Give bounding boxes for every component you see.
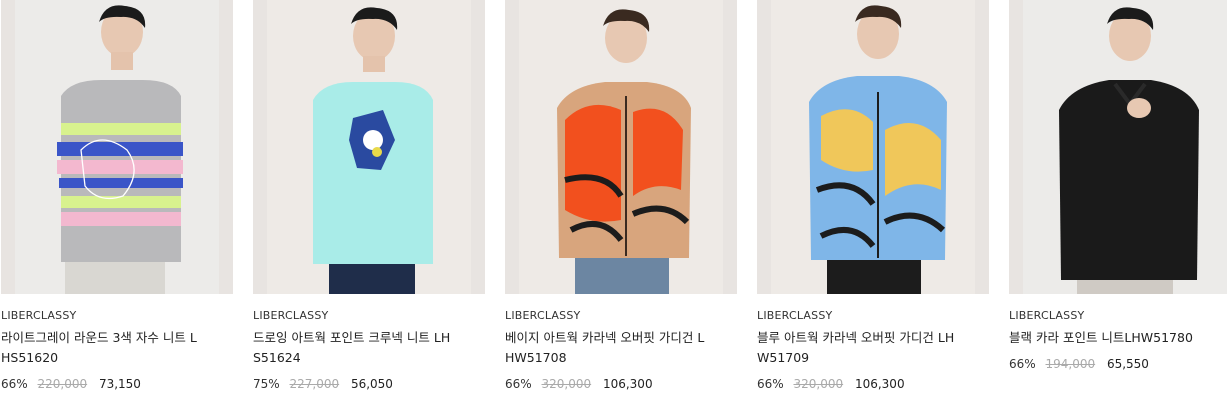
original-price: 220,000 — [37, 377, 88, 391]
product-card[interactable]: LIBERCLASSY 라이트그레이 라운드 3색 자수 니트 LHS51620… — [1, 0, 233, 394]
product-name[interactable]: 라이트그레이 라운드 3색 자수 니트 LHS51620 — [1, 328, 206, 368]
discount-rate: 66% — [1009, 357, 1036, 371]
product-brand[interactable]: LIBERCLASSY — [253, 308, 485, 324]
product-price: 66% 194,000 65,550 — [1009, 354, 1227, 374]
discount-rate: 75% — [253, 377, 280, 391]
product-photo-orange-cardigan — [519, 0, 723, 294]
discount-rate: 66% — [505, 377, 532, 391]
product-image[interactable] — [1009, 0, 1227, 294]
discount-rate: 66% — [1, 377, 28, 391]
product-price: 75% 227,000 56,050 — [253, 374, 485, 394]
sale-price: 106,300 — [602, 377, 653, 391]
original-price: 320,000 — [541, 377, 592, 391]
product-photo-grey-striped-knit — [15, 0, 219, 294]
product-card[interactable]: LIBERCLASSY 드로잉 아트웍 포인트 크루넥 니트 LHS51624 … — [253, 0, 485, 394]
product-photo-blue-cardigan — [771, 0, 975, 294]
sale-price: 106,300 — [854, 377, 905, 391]
product-brand[interactable]: LIBERCLASSY — [1009, 308, 1227, 324]
product-name[interactable]: 베이지 아트웍 카라넥 오버핏 가디건 LHW51708 — [505, 328, 710, 368]
product-price: 66% 220,000 73,150 — [1, 374, 233, 394]
sale-price: 56,050 — [350, 377, 393, 391]
product-image[interactable] — [505, 0, 737, 294]
product-card[interactable]: LIBERCLASSY 블랙 카라 포인트 니트LHW51780 66% 194… — [1009, 0, 1227, 374]
product-brand[interactable]: LIBERCLASSY — [1, 308, 233, 324]
product-grid: LIBERCLASSY 라이트그레이 라운드 3색 자수 니트 LHS51620… — [0, 0, 1227, 413]
product-brand[interactable]: LIBERCLASSY — [757, 308, 989, 324]
discount-rate: 66% — [757, 377, 784, 391]
product-card[interactable]: LIBERCLASSY 베이지 아트웍 카라넥 오버핏 가디건 LHW51708… — [505, 0, 737, 394]
original-price: 227,000 — [289, 377, 340, 391]
product-image[interactable] — [757, 0, 989, 294]
original-price: 320,000 — [793, 377, 844, 391]
product-photo-black-collar-knit — [1023, 0, 1227, 294]
product-price: 66% 320,000 106,300 — [757, 374, 989, 394]
product-brand[interactable]: LIBERCLASSY — [505, 308, 737, 324]
product-card[interactable]: LIBERCLASSY 블루 아트웍 카라넥 오버핏 가디건 LHW51709 … — [757, 0, 989, 394]
product-price: 66% 320,000 106,300 — [505, 374, 737, 394]
product-image[interactable] — [1, 0, 233, 294]
sale-price: 73,150 — [98, 377, 141, 391]
product-name[interactable]: 블루 아트웍 카라넥 오버핏 가디건 LHW51709 — [757, 328, 962, 368]
product-photo-mint-artwork-knit — [267, 0, 471, 294]
original-price: 194,000 — [1045, 357, 1096, 371]
product-image[interactable] — [253, 0, 485, 294]
sale-price: 65,550 — [1106, 357, 1149, 371]
product-name[interactable]: 드로잉 아트웍 포인트 크루넥 니트 LHS51624 — [253, 328, 458, 368]
